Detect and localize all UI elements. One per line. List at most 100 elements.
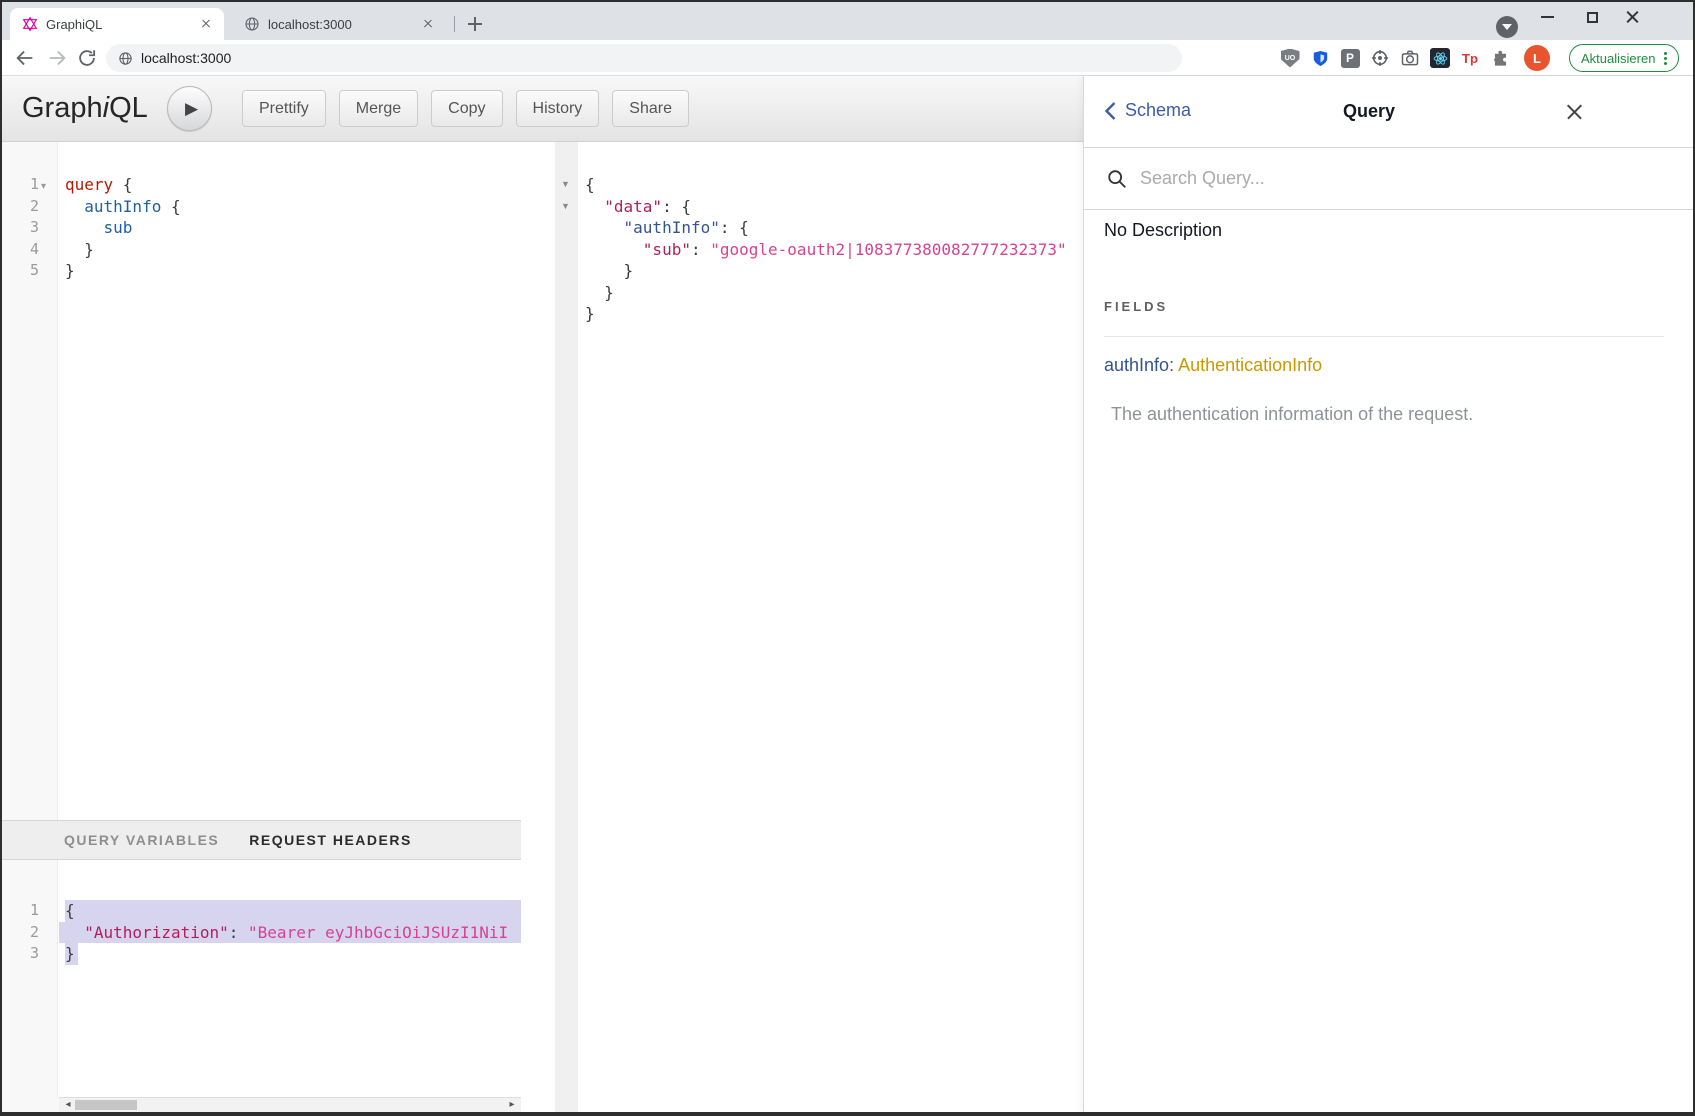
doc-search-input[interactable] <box>1140 168 1560 189</box>
maximize-button[interactable] <box>1578 4 1606 30</box>
fold-gutter: ▼▼ <box>555 142 578 1112</box>
field-name-link[interactable]: authInfo <box>1104 355 1169 375</box>
graphiql-panel: GraphiQL ▶ Prettify Merge Copy History S… <box>2 76 1083 1112</box>
scrollbar-track[interactable]: ◂ ▸ <box>59 1097 521 1112</box>
tab-request-headers[interactable]: REQUEST HEADERS <box>249 832 412 848</box>
copy-button[interactable]: Copy <box>431 90 502 127</box>
chevron-left-icon <box>1104 101 1117 121</box>
p-extension-icon[interactable]: P <box>1340 48 1360 68</box>
doc-explorer-header: Schema Query <box>1084 76 1693 148</box>
new-tab-button[interactable] <box>464 13 486 35</box>
fields-divider <box>1104 336 1664 337</box>
camera-extension-icon[interactable] <box>1400 48 1420 68</box>
reload-icon[interactable] <box>76 47 98 69</box>
gutter-row: 3 <box>2 217 57 239</box>
crosshair-extension-icon[interactable] <box>1370 48 1390 68</box>
result-json: { "data": { "authInfo": { "sub": "google… <box>585 142 1083 325</box>
gutter-row: 5 <box>2 260 57 282</box>
gutter-row: 1 <box>2 900 57 922</box>
code-line: } <box>65 239 521 261</box>
url-text: localhost:3000 <box>141 50 231 66</box>
close-window-button[interactable] <box>1618 4 1646 30</box>
url-field[interactable]: localhost:3000 <box>106 44 1182 72</box>
gutter-row: 3 <box>2 943 57 965</box>
doc-back-label: Schema <box>1125 100 1191 121</box>
graphiql-main: 1▾2345 query { authInfo { sub }} QUERY V… <box>2 142 1083 1112</box>
share-button[interactable]: Share <box>612 90 689 127</box>
scroll-left-icon[interactable]: ◂ <box>61 1098 75 1112</box>
code-line: query { <box>65 174 521 196</box>
execute-query-button[interactable]: ▶ <box>167 86 212 131</box>
horizontal-scrollbar[interactable]: ◂ ▸ <box>2 1097 521 1112</box>
code-line: } <box>65 943 521 965</box>
play-icon: ▶ <box>185 99 198 119</box>
gutter-row: 1▾ <box>2 174 57 196</box>
tampermonkey-extension-icon[interactable]: Tp <box>1460 48 1480 68</box>
field-type-link[interactable]: AuthenticationInfo <box>1178 355 1322 375</box>
minimize-button[interactable] <box>1533 4 1561 30</box>
profile-avatar[interactable]: L <box>1524 45 1550 71</box>
puzzle-extensions-icon[interactable] <box>1490 48 1510 68</box>
tab-graphiql[interactable]: GraphiQL <box>10 8 224 40</box>
line-number-gutter: 1▾2345 <box>2 142 58 820</box>
forward-icon[interactable] <box>46 47 68 69</box>
search-icon <box>1106 168 1128 190</box>
doc-explorer: Schema Query No Description FIELDS authI… <box>1083 76 1693 1112</box>
code-line: } <box>65 260 521 282</box>
fold-arrow-icon[interactable]: ▾ <box>41 176 55 198</box>
globe-icon <box>244 16 260 32</box>
site-info-icon[interactable] <box>118 51 133 66</box>
code-line: "authInfo": { <box>585 217 1083 239</box>
update-browser-button[interactable]: Aktualisieren <box>1569 44 1679 72</box>
field-row: authInfo: AuthenticationInfo <box>1104 355 1673 376</box>
gutter-row: 2 <box>2 922 57 944</box>
code-line: } <box>585 303 1083 325</box>
code-line: { <box>585 174 1083 196</box>
prettify-button[interactable]: Prettify <box>242 90 326 127</box>
doc-back-link[interactable]: Schema <box>1104 100 1191 121</box>
react-devtools-extension-icon[interactable] <box>1430 48 1450 68</box>
code-line: } <box>585 282 1083 304</box>
tab-title: GraphiQL <box>46 17 190 32</box>
address-bar: localhost:3000 UO P <box>2 40 1693 76</box>
code-line: authInfo { <box>65 196 521 218</box>
fields-section-title: FIELDS <box>1104 299 1673 314</box>
ublock-extension-icon[interactable]: UO <box>1280 48 1300 68</box>
close-tab-icon[interactable] <box>420 16 436 32</box>
toolbar-buttons: Prettify Merge Copy History Share <box>242 90 689 127</box>
code-line: "data": { <box>585 196 1083 218</box>
gutter-row: 2 <box>2 196 57 218</box>
merge-button[interactable]: Merge <box>339 90 418 127</box>
tab-query-variables[interactable]: QUERY VARIABLES <box>64 832 219 848</box>
browser-menu-icon[interactable] <box>1661 52 1670 65</box>
app-area: GraphiQL ▶ Prettify Merge Copy History S… <box>2 76 1693 1112</box>
tab-title: localhost:3000 <box>268 17 412 32</box>
close-tab-icon[interactable] <box>198 16 214 32</box>
tab-separator <box>454 16 455 32</box>
download-status-icon[interactable] <box>1496 16 1518 38</box>
gutter-row: 4 <box>2 239 57 261</box>
field-description: The authentication information of the re… <box>1111 404 1673 425</box>
code-line: "sub": "google-oauth2|108377380082777232… <box>585 239 1083 261</box>
bitwarden-extension-icon[interactable] <box>1310 48 1330 68</box>
fold-arrow-icon[interactable]: ▼ <box>561 179 570 189</box>
request-headers-editor[interactable]: 123 { "Authorization": "Bearer eyJhbGciO… <box>2 860 521 1097</box>
fold-arrow-icon[interactable]: ▼ <box>561 201 570 211</box>
headers-code: { "Authorization": "Bearer eyJhbGciOiJSU… <box>59 860 521 1097</box>
scrollbar-thumb[interactable] <box>75 1100 137 1110</box>
back-icon[interactable] <box>14 47 36 69</box>
code-line: } <box>585 260 1083 282</box>
query-code: query { authInfo { sub }} <box>59 142 521 820</box>
history-button[interactable]: History <box>516 90 600 127</box>
result-viewer[interactable]: ▼▼ { "data": { "authInfo": { "sub": "goo… <box>521 142 1083 1112</box>
graphiql-toolbar: GraphiQL ▶ Prettify Merge Copy History S… <box>2 76 1083 142</box>
query-editor[interactable]: 1▾2345 query { authInfo { sub }} <box>2 142 521 820</box>
tab-strip: GraphiQL localhost:3000 <box>2 2 1693 40</box>
close-docs-icon[interactable] <box>1560 98 1588 126</box>
tab-localhost[interactable]: localhost:3000 <box>232 8 446 40</box>
graphiql-logo: GraphiQL <box>22 76 148 140</box>
code-line: "Authorization": "Bearer eyJhbGciOiJSUzI… <box>65 922 521 944</box>
scroll-right-icon[interactable]: ▸ <box>505 1098 519 1112</box>
type-description: No Description <box>1104 220 1673 241</box>
doc-type-title: Query <box>1234 101 1504 122</box>
